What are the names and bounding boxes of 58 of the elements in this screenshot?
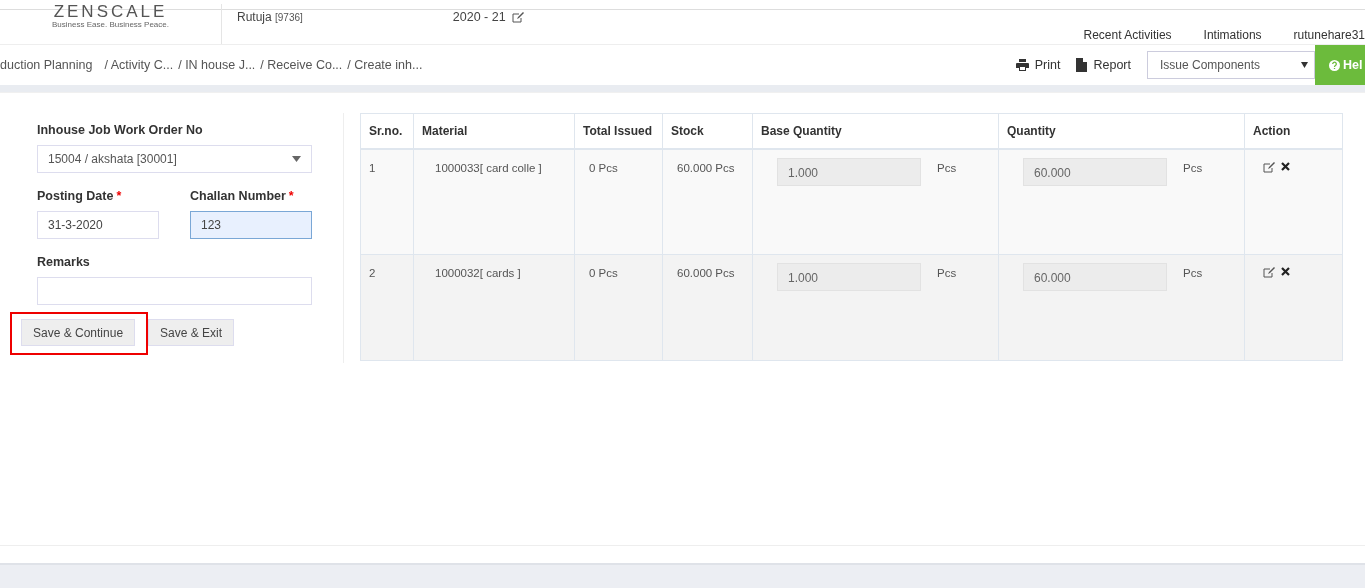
column-header: Sr.no. [360, 113, 414, 149]
print-button[interactable]: Print [1015, 58, 1061, 72]
save-button[interactable]: Save & Exit [148, 319, 235, 346]
breadcrumb-link[interactable]: / Activity C... [104, 58, 174, 72]
breadcrumb-link[interactable]: / IN house J... [178, 58, 256, 72]
unit-label: Pcs [937, 161, 957, 176]
input-field[interactable]: 31-3-2020 [37, 211, 159, 239]
table-cell: 0 Pcs [574, 254, 663, 361]
quantity-field[interactable]: 60.000 [1023, 263, 1167, 291]
column-header: Quantity [998, 113, 1245, 149]
table-cell: 1 [360, 148, 414, 255]
order-dropdown[interactable]: 15004 / akshata [30001] [37, 145, 312, 173]
column-header: Base Quantity [752, 113, 999, 149]
delete-icon[interactable] [1281, 267, 1290, 276]
column-header: Stock [662, 113, 753, 149]
base-quantity-field[interactable]: 1.000 [777, 157, 921, 186]
remarks-field[interactable] [37, 277, 312, 305]
field-label: Remarks [37, 255, 91, 269]
table-cell: 60.000 Pcs [662, 148, 753, 255]
quantity-field[interactable]: 60.000 [1023, 157, 1167, 186]
column-header: Action [1244, 113, 1343, 149]
table-cell: 1000032[ cards ] [413, 254, 575, 361]
base-quantity-field[interactable]: 1.000 [777, 263, 921, 291]
table-cell: 1000033[ card colle ] [413, 148, 575, 255]
report-button[interactable]: Report [1076, 58, 1131, 72]
nav-link[interactable]: rutunehare31 [1293, 28, 1365, 42]
delete-icon[interactable] [1281, 161, 1290, 171]
user-name: Rutuja [9736] [237, 10, 303, 24]
column-header: Material [413, 113, 575, 149]
column-header: Total Issued [574, 113, 663, 149]
table-cell: 60.000 Pcs [662, 254, 753, 361]
nav-link[interactable]: Intimations [1203, 28, 1262, 42]
unit-label: Pcs [937, 267, 957, 281]
save-button[interactable]: Save & Continue [21, 319, 136, 346]
unit-label: Pcs [1183, 267, 1203, 281]
field-label: Posting Date * [37, 189, 123, 203]
field-label: Challan Number * [190, 189, 295, 203]
printer-icon [1015, 59, 1029, 71]
caret-icon [292, 156, 301, 162]
nav-link[interactable]: Recent Activities [1083, 28, 1172, 42]
fiscal-year: 2020 - 21 [452, 10, 524, 24]
unit-label: Pcs [1183, 161, 1203, 176]
help-icon [1329, 59, 1340, 71]
table-cell: 0 Pcs [574, 148, 663, 255]
logo-tagline: Business Ease. Business Peace. [52, 20, 169, 29]
edit-icon[interactable] [1263, 161, 1275, 173]
breadcrumb-link[interactable]: / Receive Co... [260, 58, 343, 72]
components-dropdown[interactable]: Issue Components [1147, 51, 1315, 79]
logo-text: ZENSCALE [53, 4, 168, 20]
input-field[interactable]: 123 [190, 211, 312, 239]
table-cell: 2 [360, 254, 414, 361]
edit-icon[interactable] [511, 11, 524, 23]
document-icon [1076, 58, 1088, 72]
edit-icon[interactable] [1263, 267, 1275, 278]
field-label: Inhouse Job Work Order No [37, 123, 204, 137]
breadcrumb-link[interactable]: / Create inh... [347, 58, 423, 72]
breadcrumb-link[interactable]: duction Planning [0, 58, 93, 72]
caret-icon [1301, 62, 1308, 68]
